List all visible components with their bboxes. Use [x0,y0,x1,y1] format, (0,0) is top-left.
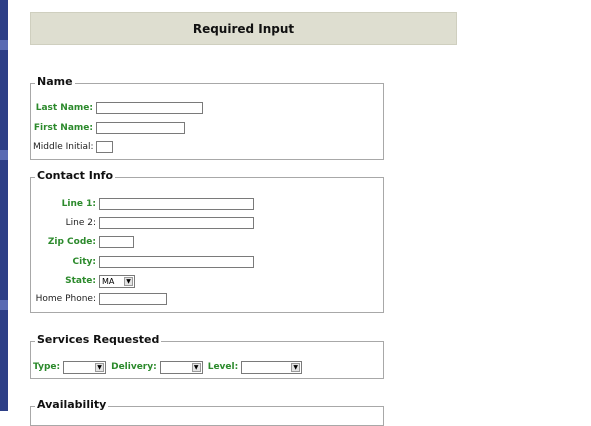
delivery-select[interactable]: ▼ [159,360,203,374]
home-phone-input[interactable] [99,293,167,305]
zip-code-label: Zip Code: [47,237,96,247]
left-accent-bar [0,0,8,411]
line2-input[interactable] [99,217,254,229]
name-fieldset: Name Last Name: First Name: Middle Initi… [30,75,384,160]
city-row: City: [33,255,254,269]
services-legend: Services Requested [35,333,162,347]
middle-initial-input[interactable] [96,141,113,153]
state-label: State: [65,276,96,286]
name-legend: Name [35,75,75,89]
state-select-value: MA [102,276,115,286]
home-phone-row: Home Phone: [33,292,167,306]
availability-legend: Availability [35,398,109,412]
availability-fieldset: Availability [30,398,384,426]
header-title: Required Input [192,21,295,36]
last-name-label: Last Name: [35,103,93,113]
level-select[interactable]: ▼ [241,360,303,374]
first-name-input[interactable] [96,122,185,134]
dropdown-arrow-icon: ▼ [291,362,301,372]
zip-code-input[interactable] [99,236,134,248]
line2-row: Line 2: [33,216,254,230]
section-header: Required Input [30,12,457,45]
first-name-label: First Name: [33,123,93,133]
middle-initial-row: Middle Initial: [33,140,113,154]
middle-initial-label: Middle Initial: [33,142,94,152]
services-row: Type: ▼ Delivery: ▼ Level: ▼ [33,360,303,374]
left-bar-segment [0,40,8,50]
left-bar-segment [0,300,8,310]
dropdown-arrow-icon: ▼ [191,362,201,372]
dropdown-arrow-icon: ▼ [95,362,105,372]
first-name-row: First Name: [33,121,185,135]
state-row: State: MA ▼ [33,274,135,288]
line1-input[interactable] [99,198,254,210]
last-name-row: Last Name: [33,101,203,115]
type-label: Type: [33,362,61,372]
line2-label: Line 2: [65,218,96,228]
delivery-label: Delivery: [111,362,157,372]
state-select[interactable]: MA ▼ [99,274,135,288]
line1-label: Line 1: [61,199,96,209]
services-requested-fieldset: Services Requested Type: ▼ Delivery: ▼ L… [30,333,384,379]
type-select[interactable]: ▼ [63,360,107,374]
left-bar-segment [0,150,8,160]
contact-info-fieldset: Contact Info Line 1: Line 2: Zip Code: C… [30,169,384,313]
city-input[interactable] [99,256,254,268]
zip-code-row: Zip Code: [33,235,134,249]
level-label: Level: [207,362,239,372]
line1-row: Line 1: [33,197,254,211]
city-label: City: [72,257,96,267]
dropdown-arrow-icon: ▼ [124,276,133,286]
last-name-input[interactable] [96,102,203,114]
home-phone-label: Home Phone: [35,294,96,304]
contact-info-legend: Contact Info [35,169,116,183]
